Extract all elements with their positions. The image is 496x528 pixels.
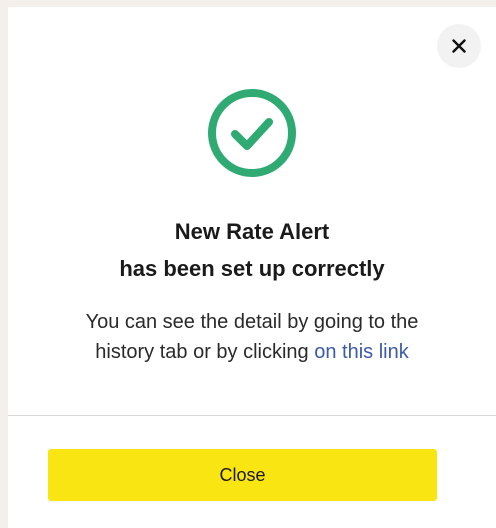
title-line-2: has been set up correctly (119, 256, 385, 281)
close-dialog-button[interactable] (437, 24, 481, 68)
footer-divider (8, 415, 496, 416)
dialog-title: New Rate Alert has been set up correctly (8, 213, 496, 287)
rate-alert-confirmation-modal: New Rate Alert has been set up correctly… (8, 7, 496, 528)
detail-link[interactable]: on this link (314, 341, 409, 363)
title-line-1: New Rate Alert (174, 219, 330, 244)
message-line-1: You can see the detail by going to the (85, 311, 419, 333)
dialog-message: You can see the detail by going to the h… (8, 307, 496, 367)
check-circle-icon (208, 89, 296, 177)
close-x-icon (452, 39, 466, 53)
close-button[interactable]: Close (48, 449, 437, 501)
message-line-2: history tab or by clicking on this link (8, 337, 496, 367)
message-line-2-text: history tab or by clicking (95, 341, 315, 363)
